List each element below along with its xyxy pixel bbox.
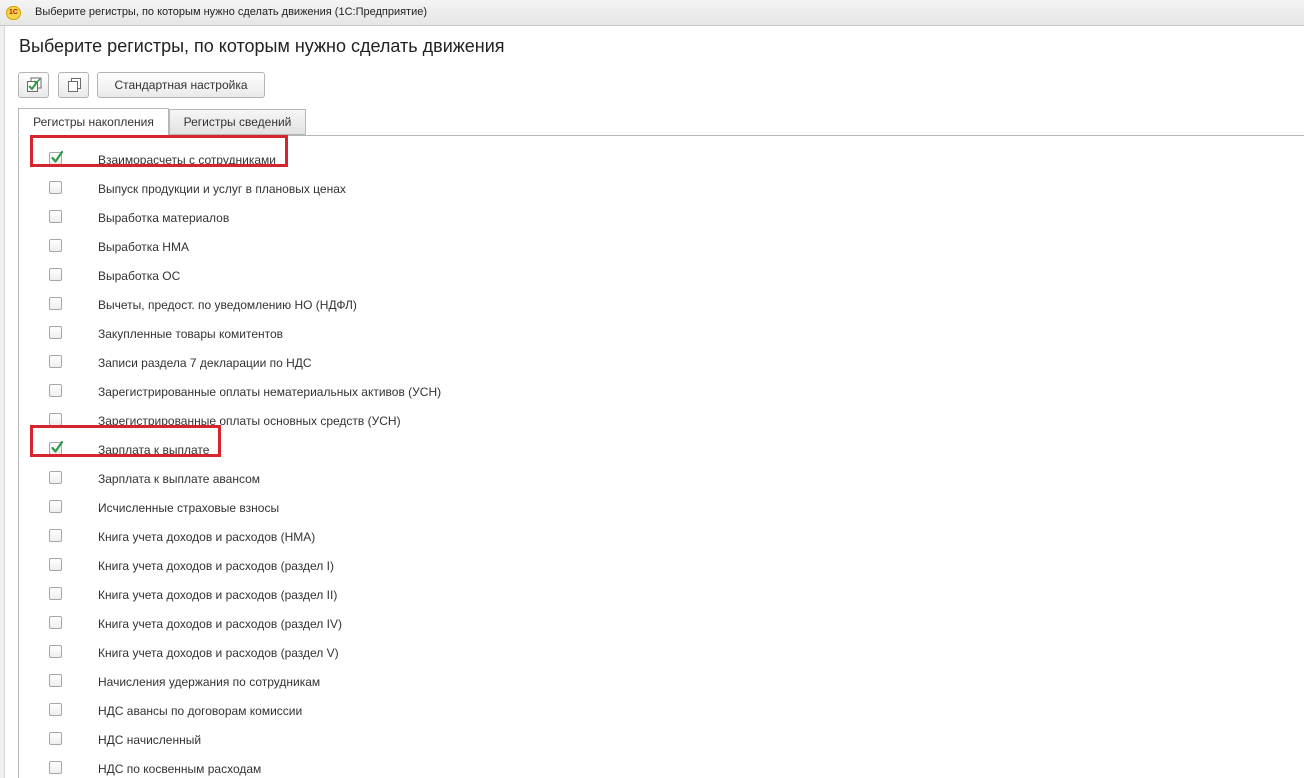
register-checkbox[interactable] bbox=[49, 616, 62, 629]
register-checkbox[interactable] bbox=[49, 674, 62, 687]
list-item[interactable]: Книга учета доходов и расходов (раздел I… bbox=[19, 609, 1299, 638]
list-item[interactable]: НДС по косвенным расходам bbox=[19, 754, 1299, 778]
standard-settings-button[interactable]: Стандартная настройка bbox=[97, 72, 265, 98]
registers-list: Взаиморасчеты с сотрудниками Выпуск проду… bbox=[18, 135, 1304, 778]
list-item[interactable]: Книга учета доходов и расходов (НМА) bbox=[19, 522, 1299, 551]
list-item[interactable]: Записи раздела 7 декларации по НДС bbox=[19, 348, 1299, 377]
list-item[interactable]: Зарплата к выплате авансом bbox=[19, 464, 1299, 493]
list-item[interactable]: Взаиморасчеты с сотрудниками bbox=[19, 145, 1299, 174]
list-item[interactable]: Выработка ОС bbox=[19, 261, 1299, 290]
list-item[interactable]: Вычеты, предост. по уведомлению НО (НДФЛ… bbox=[19, 290, 1299, 319]
checkmark-icon bbox=[51, 150, 64, 163]
tab-information-registers[interactable]: Регистры сведений bbox=[169, 109, 306, 135]
register-checkbox[interactable] bbox=[49, 732, 62, 745]
register-checkbox[interactable] bbox=[49, 500, 62, 513]
register-checkbox[interactable] bbox=[49, 440, 64, 455]
app-window: 1С Выберите регистры, по которым нужно с… bbox=[0, 0, 1304, 778]
uncheck-all-button[interactable] bbox=[58, 72, 89, 98]
check-all-button[interactable] bbox=[18, 72, 49, 98]
register-checkbox[interactable] bbox=[49, 297, 62, 310]
register-checkbox[interactable] bbox=[49, 268, 62, 281]
tab-accumulation-registers[interactable]: Регистры накопления bbox=[18, 108, 169, 136]
register-label: Выработка НМА bbox=[98, 240, 189, 254]
register-checkbox[interactable] bbox=[49, 326, 62, 339]
register-label: Выработка материалов bbox=[98, 211, 230, 225]
list-item[interactable]: Зарегистрированные оплаты нематериальных… bbox=[19, 377, 1299, 406]
register-label: Закупленные товары комитентов bbox=[98, 327, 284, 341]
check-all-icon bbox=[27, 77, 42, 92]
register-label: Книга учета доходов и расходов (раздел I… bbox=[98, 559, 334, 573]
window-title: Выберите регистры, по которым нужно сдел… bbox=[35, 6, 428, 18]
list-item[interactable]: НДС начисленный bbox=[19, 725, 1299, 754]
register-label: Выработка ОС bbox=[98, 269, 181, 283]
register-label: Книга учета доходов и расходов (раздел I… bbox=[98, 588, 338, 602]
list-item[interactable]: Выработка материалов bbox=[19, 203, 1299, 232]
window-frame-left bbox=[0, 26, 5, 778]
register-label: Вычеты, предост. по уведомлению НО (НДФЛ… bbox=[98, 298, 357, 312]
register-checkbox[interactable] bbox=[49, 239, 62, 252]
register-checkbox[interactable] bbox=[49, 181, 62, 194]
list-item[interactable]: Исчисленные страховые взносы bbox=[19, 493, 1299, 522]
list-item[interactable]: Начисления удержания по сотрудникам bbox=[19, 667, 1299, 696]
register-label: НДС начисленный bbox=[98, 733, 202, 747]
list-item[interactable]: Зарегистрированные оплаты основных средс… bbox=[19, 406, 1299, 435]
register-label: НДС по косвенным расходам bbox=[98, 762, 262, 776]
list-item[interactable]: Закупленные товары комитентов bbox=[19, 319, 1299, 348]
register-label: Зарплата к выплате авансом bbox=[98, 472, 261, 486]
list-item[interactable]: Выработка НМА bbox=[19, 232, 1299, 261]
register-checkbox[interactable] bbox=[49, 761, 62, 774]
tab-divider bbox=[18, 135, 1304, 136]
register-checkbox[interactable] bbox=[49, 645, 62, 658]
register-label: НДС авансы по договорам комиссии bbox=[98, 704, 303, 718]
register-checkbox[interactable] bbox=[49, 150, 64, 165]
register-checkbox[interactable] bbox=[49, 355, 62, 368]
register-checkbox[interactable] bbox=[49, 210, 62, 223]
register-label: Книга учета доходов и расходов (раздел I… bbox=[98, 617, 342, 631]
register-label: Зарегистрированные оплаты основных средс… bbox=[98, 414, 401, 428]
list-item[interactable]: Зарплата к выплате bbox=[19, 435, 1299, 464]
register-label: Взаиморасчеты с сотрудниками bbox=[98, 153, 276, 167]
register-checkbox[interactable] bbox=[49, 558, 62, 571]
register-checkbox[interactable] bbox=[49, 703, 62, 716]
register-label: Исчисленные страховые взносы bbox=[98, 501, 280, 515]
register-label: Зарплата к выплате bbox=[98, 443, 210, 457]
register-checkbox[interactable] bbox=[49, 471, 62, 484]
title-bar: 1С Выберите регистры, по которым нужно с… bbox=[0, 0, 1304, 26]
list-item[interactable]: НДС авансы по договорам комиссии bbox=[19, 696, 1299, 725]
register-checkbox[interactable] bbox=[49, 413, 62, 426]
checkmark-icon bbox=[51, 440, 64, 453]
register-label: Записи раздела 7 декларации по НДС bbox=[98, 356, 312, 370]
register-label: Зарегистрированные оплаты нематериальных… bbox=[98, 385, 442, 399]
register-label: Книга учета доходов и расходов (НМА) bbox=[98, 530, 316, 544]
uncheck-all-icon bbox=[68, 78, 81, 92]
list-item[interactable]: Книга учета доходов и расходов (раздел I… bbox=[19, 551, 1299, 580]
app-logo-icon: 1С bbox=[6, 6, 21, 20]
register-checkbox[interactable] bbox=[49, 587, 62, 600]
register-checkbox[interactable] bbox=[49, 384, 62, 397]
list-item[interactable]: Выпуск продукции и услуг в плановых цена… bbox=[19, 174, 1299, 203]
register-label: Выпуск продукции и услуг в плановых цена… bbox=[98, 182, 346, 196]
list-item[interactable]: Книга учета доходов и расходов (раздел V… bbox=[19, 638, 1299, 667]
list-item[interactable]: Книга учета доходов и расходов (раздел I… bbox=[19, 580, 1299, 609]
register-label: Книга учета доходов и расходов (раздел V… bbox=[98, 646, 339, 660]
register-checkbox[interactable] bbox=[49, 529, 62, 542]
register-label: Начисления удержания по сотрудникам bbox=[98, 675, 321, 689]
form-title: Выберите регистры, по которым нужно сдел… bbox=[19, 36, 505, 56]
